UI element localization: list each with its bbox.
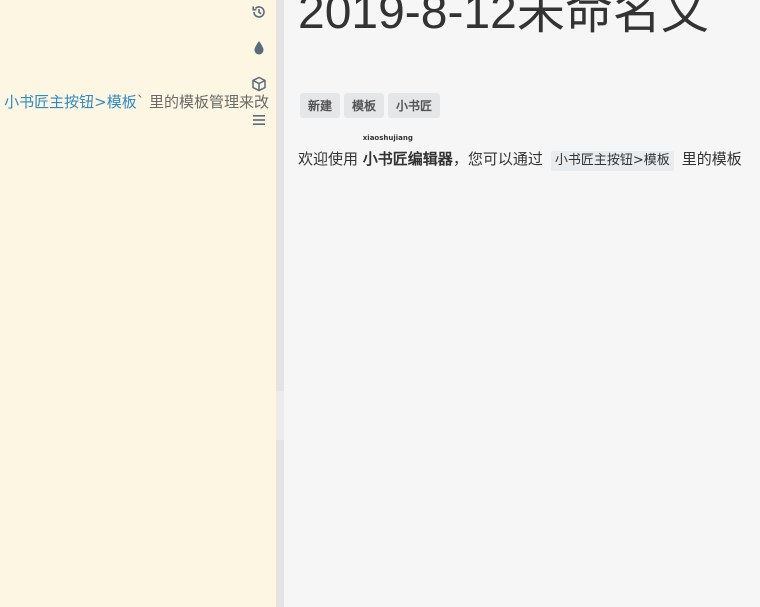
tag-xiaoshujiang[interactable]: 小书匠 — [388, 93, 441, 118]
cube-icon — [252, 76, 266, 92]
tag-template[interactable]: 模板 — [344, 93, 385, 118]
tag-list: 新建 模板 小书匠 — [300, 93, 441, 118]
editor-link-text: 小书匠主按钮>模板 — [4, 93, 137, 111]
droplet-icon — [254, 41, 264, 55]
pane-splitter[interactable] — [276, 0, 288, 607]
preview-pane: 2019-8-12未命名文 新建 模板 小书匠 欢迎使用 xiaoshujian… — [284, 0, 760, 607]
ruby-base: 小书匠编辑器 — [362, 150, 453, 168]
editor-name-ruby: xiaoshujiang 小书匠编辑器 — [362, 134, 453, 170]
ruby-annotation: xiaoshujiang — [362, 134, 413, 142]
welcome-paragraph: 欢迎使用 xiaoshujiang 小书匠编辑器，您可以通过 小书匠主按钮>模板 里的… — [298, 134, 742, 171]
document-title: 2019-8-12未命名文 — [298, 0, 709, 39]
para-mid: ，您可以通过 — [452, 150, 543, 168]
editor-side-toolbar — [246, 0, 272, 140]
inline-code: 小书匠主按钮>模板 — [550, 151, 674, 171]
theme-button[interactable] — [246, 36, 272, 60]
para-lead: 欢迎使用 — [298, 150, 359, 168]
hamburger-menu-icon — [253, 115, 265, 125]
package-button[interactable] — [246, 72, 272, 96]
menu-button[interactable] — [246, 108, 272, 132]
history-icon — [252, 6, 265, 18]
tag-new[interactable]: 新建 — [300, 93, 341, 118]
editor-text-line[interactable]: 小书匠主按钮>模板` 里的模板管理来改 — [4, 92, 269, 112]
para-tail: 里的模板 — [681, 150, 742, 168]
history-button[interactable] — [246, 0, 272, 24]
markdown-editor-pane[interactable]: 小书匠主按钮>模板` 里的模板管理来改 — [0, 0, 276, 607]
